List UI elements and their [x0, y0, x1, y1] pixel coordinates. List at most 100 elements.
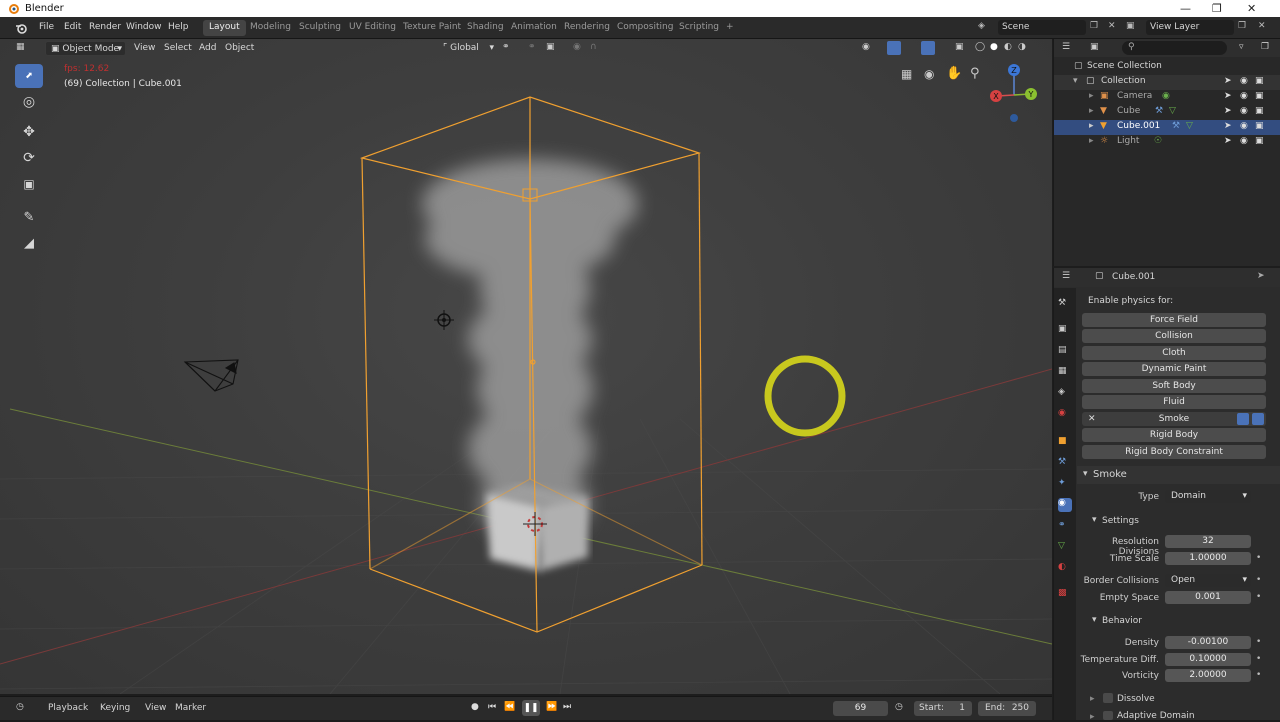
- viewport-menu-select[interactable]: Select: [159, 41, 197, 56]
- timeline-menu-view[interactable]: View: [145, 703, 166, 713]
- outliner-item-cube-001[interactable]: ▸ ▼ Cube.001 ⚒ ▽ ➤ ◉ ▣: [1054, 120, 1280, 135]
- world-tab-icon[interactable]: ◉: [1058, 408, 1072, 422]
- overlay-toggle-icon[interactable]: [921, 41, 935, 55]
- display-mode-icon[interactable]: ▣: [1090, 42, 1099, 52]
- force-field-button[interactable]: Force Field: [1082, 313, 1266, 327]
- keyframe-dot-icon[interactable]: •: [1256, 637, 1261, 647]
- annotate-tool[interactable]: ✎: [15, 205, 43, 229]
- measure-tool[interactable]: ◢: [15, 231, 43, 255]
- selectable-icon[interactable]: ➤: [1224, 106, 1232, 116]
- transform-orientation-dropdown[interactable]: ⌜ Global ▾: [438, 41, 496, 56]
- material-shading-icon[interactable]: ◐: [1004, 42, 1012, 52]
- tab-sculpting[interactable]: Sculpting: [293, 20, 347, 36]
- chevron-right-icon[interactable]: ▸: [1090, 712, 1095, 722]
- prev-keyframe-icon[interactable]: ⏪: [504, 702, 515, 712]
- eye-icon[interactable]: ◉: [1240, 91, 1248, 101]
- scene-tab-icon[interactable]: ◈: [1058, 387, 1072, 401]
- menu-help[interactable]: Help: [168, 22, 189, 32]
- keyframe-dot-icon[interactable]: •: [1256, 654, 1261, 664]
- record-icon[interactable]: ●: [471, 702, 479, 712]
- restore-icon[interactable]: ❐: [1212, 2, 1222, 15]
- rigid-body-constraint-button[interactable]: Rigid Body Constraint: [1082, 445, 1266, 459]
- keyframe-dot-icon[interactable]: •: [1256, 575, 1261, 585]
- object-mode-dropdown[interactable]: ▣ Object Mode ▾: [45, 41, 126, 56]
- border-collisions-dropdown[interactable]: Open ▾: [1165, 574, 1251, 587]
- zoom-icon[interactable]: ⚲: [970, 66, 980, 81]
- tab-layout[interactable]: Layout: [203, 20, 246, 36]
- vorticity-field[interactable]: 2.00000: [1165, 669, 1251, 682]
- mesh-data-tab-icon[interactable]: ▽: [1058, 541, 1072, 555]
- selectable-icon[interactable]: ➤: [1224, 91, 1232, 101]
- outliner-item-cube[interactable]: ▸ ▼ Cube ⚒ ▽ ➤ ◉ ▣: [1054, 105, 1280, 120]
- blender-menu-icon[interactable]: [15, 22, 28, 34]
- outliner-scene-collection[interactable]: ▢ Scene Collection: [1054, 60, 1280, 75]
- filter-icon[interactable]: ▿: [1239, 42, 1244, 52]
- remove-smoke-icon[interactable]: ✕: [1088, 412, 1096, 426]
- camera-view-icon[interactable]: ◉: [924, 67, 934, 81]
- menu-edit[interactable]: Edit: [64, 22, 81, 32]
- tool-tab-icon[interactable]: ⚒: [1058, 298, 1072, 312]
- time-scale-field[interactable]: 1.00000: [1165, 552, 1251, 565]
- select-box-tool[interactable]: ⬈: [15, 64, 43, 88]
- chevron-right-icon[interactable]: ▸: [1090, 694, 1095, 704]
- wireframe-shading-icon[interactable]: ◯: [975, 42, 985, 52]
- new-scene-icon[interactable]: ❐: [1090, 21, 1098, 31]
- density-field[interactable]: -0.00100: [1165, 636, 1251, 649]
- pause-button[interactable]: ❚❚: [522, 700, 540, 716]
- tab-texture-paint[interactable]: Texture Paint: [397, 20, 467, 36]
- output-tab-icon[interactable]: ▤: [1058, 345, 1072, 359]
- particles-tab-icon[interactable]: ✦: [1058, 478, 1072, 492]
- keyframe-dot-icon[interactable]: •: [1256, 553, 1261, 563]
- outliner-editor-icon[interactable]: ☰: [1062, 42, 1070, 52]
- gizmo-toggle-icon[interactable]: [887, 41, 901, 55]
- tab-scripting[interactable]: Scripting: [673, 20, 725, 36]
- scale-tool[interactable]: ▣: [15, 172, 43, 196]
- eye-icon[interactable]: ◉: [1240, 76, 1248, 86]
- tab-modeling[interactable]: Modeling: [244, 20, 297, 36]
- cloth-button[interactable]: Cloth: [1082, 346, 1266, 360]
- pivot-icon[interactable]: ⚭: [502, 42, 510, 52]
- texture-tab-icon[interactable]: ▩: [1058, 588, 1072, 602]
- chevron-right-icon[interactable]: ▸: [1089, 136, 1094, 146]
- outliner-item-light[interactable]: ▸ ☼ Light ☉ ➤ ◉ ▣: [1054, 135, 1280, 150]
- visibility-icon[interactable]: ◉: [862, 42, 870, 52]
- next-keyframe-icon[interactable]: ⏩: [546, 702, 557, 712]
- temperature-diff-field[interactable]: 0.10000: [1165, 653, 1251, 666]
- render-tab-icon[interactable]: ▣: [1058, 324, 1072, 338]
- jump-start-icon[interactable]: ⏮: [488, 702, 496, 712]
- minimize-icon[interactable]: —: [1180, 2, 1191, 15]
- menu-window[interactable]: Window: [126, 22, 162, 32]
- object-tab-icon[interactable]: ■: [1058, 436, 1072, 450]
- tab-rendering[interactable]: Rendering: [558, 20, 616, 36]
- solid-shading-icon[interactable]: ●: [990, 42, 998, 52]
- eye-icon[interactable]: ◉: [1240, 136, 1248, 146]
- chevron-down-icon[interactable]: ▾: [1092, 615, 1097, 625]
- tab-uv-editing[interactable]: UV Editing: [343, 20, 402, 36]
- pin-icon[interactable]: ➤: [1257, 271, 1265, 281]
- physics-tab-icon[interactable]: ◉: [1058, 498, 1072, 512]
- rotate-tool[interactable]: ⟳: [15, 146, 43, 170]
- collision-button[interactable]: Collision: [1082, 329, 1266, 343]
- tab-shading[interactable]: Shading: [461, 20, 510, 36]
- view-layer-tab-icon[interactable]: ▦: [1058, 366, 1072, 380]
- smoke-panel-header[interactable]: ▾ Smoke: [1077, 466, 1280, 484]
- selectable-icon[interactable]: ➤: [1224, 136, 1232, 146]
- snap-target-icon[interactable]: ▣: [546, 42, 555, 52]
- pan-hand-icon[interactable]: ✋: [946, 66, 962, 81]
- constraints-tab-icon[interactable]: ⚭: [1058, 520, 1072, 534]
- render-camera-icon[interactable]: ▣: [1255, 136, 1264, 146]
- move-tool[interactable]: ✥: [15, 120, 43, 144]
- viewport-menu-object[interactable]: Object: [220, 41, 259, 56]
- properties-editor-icon[interactable]: ☰: [1062, 271, 1070, 281]
- close-icon[interactable]: ✕: [1247, 2, 1256, 15]
- rigid-body-button[interactable]: Rigid Body: [1082, 428, 1266, 442]
- grid-view-icon[interactable]: ▦: [901, 67, 912, 81]
- render-camera-icon[interactable]: ▣: [1255, 106, 1264, 116]
- material-tab-icon[interactable]: ◐: [1058, 562, 1072, 576]
- modifier-tab-icon[interactable]: ⚒: [1058, 457, 1072, 471]
- end-frame-field[interactable]: End: 250: [978, 701, 1036, 716]
- render-camera-icon[interactable]: ▣: [1255, 91, 1264, 101]
- rendered-shading-icon[interactable]: ◑: [1018, 42, 1026, 52]
- render-camera-icon[interactable]: ▣: [1255, 121, 1264, 131]
- tab-animation[interactable]: Animation: [505, 20, 563, 36]
